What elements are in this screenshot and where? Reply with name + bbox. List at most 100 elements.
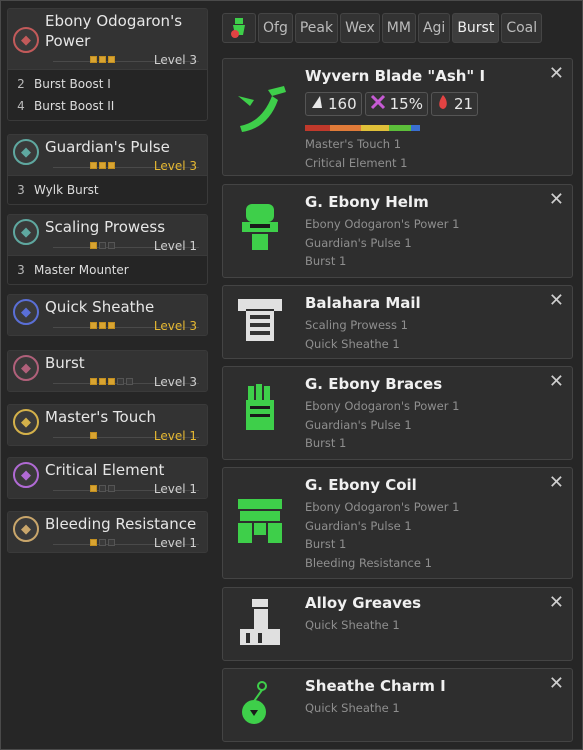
level-pip bbox=[108, 485, 115, 492]
level-pips bbox=[90, 56, 115, 63]
remove-equipment-button[interactable]: ✕ bbox=[549, 673, 564, 694]
remove-equipment-button[interactable]: ✕ bbox=[549, 472, 564, 493]
skill-icon: ◆ bbox=[13, 516, 39, 542]
filter-button-burst[interactable]: Burst bbox=[452, 13, 500, 43]
skill-card[interactable]: ◆ Master's Touch Level 1 bbox=[7, 404, 208, 446]
level-pip bbox=[108, 56, 115, 63]
equipment-skill: Bleeding Resistance 1 bbox=[305, 555, 432, 570]
skill-level-row: Level 3 bbox=[45, 373, 207, 391]
skill-header: ◆ Guardian's Pulse Level 3 bbox=[8, 135, 207, 175]
set-bonus-count: 4 bbox=[17, 99, 25, 113]
skill-level-row: Level 1 bbox=[45, 480, 207, 498]
skill-level-label: Level 1 bbox=[153, 429, 197, 443]
level-pips bbox=[90, 432, 97, 439]
equipment-card[interactable]: Alloy Greaves ✕ Quick Sheathe 1 bbox=[222, 587, 573, 661]
equipment-name: Alloy Greaves bbox=[305, 594, 422, 612]
equipment-skill: Quick Sheathe 1 bbox=[305, 701, 400, 715]
skill-filter-bar: Ofg Peak Wex MM Agi Burst Coal bbox=[222, 10, 569, 46]
skill-header: ◆ Bleeding Resistance Level 1 bbox=[8, 512, 207, 552]
set-bonus-row: 4 Burst Boost II bbox=[8, 95, 207, 117]
equipment-skill: Guardian's Pulse 1 bbox=[305, 235, 412, 250]
set-bonus-list: 3 Master Mounter bbox=[8, 255, 207, 284]
filter-button-coal[interactable]: Coal bbox=[501, 13, 543, 43]
level-pips bbox=[90, 322, 115, 329]
remove-equipment-button[interactable]: ✕ bbox=[549, 189, 564, 210]
skill-header: ◆ Scaling Prowess Level 1 bbox=[8, 215, 207, 255]
sharpness-segment bbox=[388, 125, 412, 131]
filter-button-wex[interactable]: Wex bbox=[340, 13, 380, 43]
equipment-skill-list: Ebony Odogaron's Power 1 Guardian's Pulse… bbox=[305, 397, 459, 453]
level-pip bbox=[126, 378, 133, 385]
equipment-name: G. Ebony Helm bbox=[305, 193, 429, 211]
affinity-icon bbox=[370, 94, 386, 114]
equipment-card[interactable]: Balahara Mail ✕ Scaling Prowess 1 Quick She… bbox=[222, 285, 573, 359]
equipment-card[interactable]: G. Ebony Helm ✕ Ebony Odogaron's Power 1 Gu… bbox=[222, 184, 573, 278]
level-pip bbox=[117, 378, 124, 385]
skill-icon: ◆ bbox=[13, 27, 39, 53]
filter-button-mm[interactable]: MM bbox=[381, 13, 416, 43]
remove-equipment-button[interactable]: ✕ bbox=[549, 63, 564, 84]
set-bonus-row: 2 Burst Boost I bbox=[8, 73, 207, 95]
set-bonus-row: 3 Wylk Burst bbox=[8, 179, 207, 201]
level-pips bbox=[90, 539, 115, 546]
level-pip bbox=[108, 539, 115, 546]
equipment-skill-list: Quick Sheathe 1 bbox=[305, 616, 400, 635]
level-pip bbox=[90, 56, 97, 63]
skill-name: Ebony Odogaron's Power bbox=[45, 12, 183, 50]
filter-button-agi[interactable]: Agi bbox=[417, 13, 451, 43]
level-pips bbox=[90, 485, 115, 492]
set-bonus-label: Master Mounter bbox=[34, 263, 129, 277]
remove-equipment-button[interactable]: ✕ bbox=[549, 371, 564, 392]
skill-card[interactable]: ◆ Scaling Prowess Level 1 3 Master Mounter bbox=[7, 214, 208, 285]
equipment-skill: Burst 1 bbox=[305, 537, 347, 551]
set-bonus-count: 3 bbox=[17, 263, 25, 277]
level-pips bbox=[90, 242, 115, 249]
equipment-skill-list: Ebony Odogaron's Power 1 Guardian's Pulse… bbox=[305, 498, 459, 572]
equipment-skill: Ebony Odogaron's Power 1 bbox=[305, 399, 460, 413]
remove-equipment-button[interactable]: ✕ bbox=[549, 290, 564, 311]
set-bonus-count: 3 bbox=[17, 183, 25, 197]
skill-icon: ◆ bbox=[13, 355, 39, 381]
stat-affinity: 15% bbox=[364, 92, 428, 116]
skill-card[interactable]: ◆ Quick Sheathe Level 3 bbox=[7, 294, 208, 336]
equipment-card[interactable]: G. Ebony Braces ✕ Ebony Odogaron's Power 1… bbox=[222, 366, 573, 460]
skill-card[interactable]: ◆ Ebony Odogaron's Power Level 3 2 Burst Boo… bbox=[7, 8, 208, 121]
skill-card[interactable]: ◆ Bleeding Resistance Level 1 bbox=[7, 511, 208, 553]
helm-icon bbox=[231, 199, 289, 257]
level-pip bbox=[90, 162, 97, 169]
sharpness-bar bbox=[305, 125, 420, 131]
skill-icon: ◆ bbox=[13, 139, 39, 165]
skill-card[interactable]: ◆ Critical Element Level 1 bbox=[7, 457, 208, 499]
level-pip bbox=[90, 242, 97, 249]
level-pips bbox=[90, 162, 115, 169]
filter-button-ofg[interactable]: Ofg bbox=[258, 13, 293, 43]
equipment-card[interactable]: Sheathe Charm I ✕ Quick Sheathe 1 bbox=[222, 668, 573, 742]
set-bonus-list: 2 Burst Boost I 4 Burst Boost II bbox=[8, 69, 207, 120]
equipment-skill: Burst 1 bbox=[305, 436, 347, 450]
filter-button-peak[interactable]: Peak bbox=[294, 13, 339, 43]
level-pip bbox=[90, 485, 97, 492]
set-bonus-count: 2 bbox=[17, 77, 25, 91]
fire-element-icon bbox=[436, 94, 450, 114]
skill-level-label: Level 1 bbox=[153, 536, 197, 550]
equipment-skill-list: Ebony Odogaron's Power 1 Guardian's Pulse… bbox=[305, 215, 459, 271]
equipment-skill: Scaling Prowess 1 bbox=[305, 318, 408, 332]
charm-icon bbox=[231, 18, 245, 38]
skill-card[interactable]: ◆ Guardian's Pulse Level 3 3 Wylk Burst bbox=[7, 134, 208, 205]
skill-level-row: Level 3 bbox=[45, 157, 207, 175]
filter-charm-button[interactable] bbox=[222, 13, 256, 43]
skill-level-row: Level 1 bbox=[45, 534, 207, 552]
level-pip bbox=[108, 242, 115, 249]
coil-icon bbox=[231, 492, 289, 550]
equipment-card[interactable]: G. Ebony Coil ✕ Ebony Odogaron's Power 1 Gu… bbox=[222, 467, 573, 579]
level-pip bbox=[90, 322, 97, 329]
equipment-card[interactable]: Wyvern Blade "Ash" I ✕ 160 15% 21 Master's To… bbox=[222, 58, 573, 176]
stat-value: 21 bbox=[453, 95, 474, 113]
sharpness-segment bbox=[360, 125, 389, 131]
skill-name: Guardian's Pulse bbox=[45, 138, 170, 156]
level-pips bbox=[90, 378, 133, 385]
skill-card[interactable]: ◆ Burst Level 3 bbox=[7, 350, 208, 392]
equipment-skill-list: Master's Touch 1 Critical Element 1 bbox=[305, 135, 407, 172]
remove-equipment-button[interactable]: ✕ bbox=[549, 592, 564, 613]
level-pip bbox=[99, 162, 106, 169]
